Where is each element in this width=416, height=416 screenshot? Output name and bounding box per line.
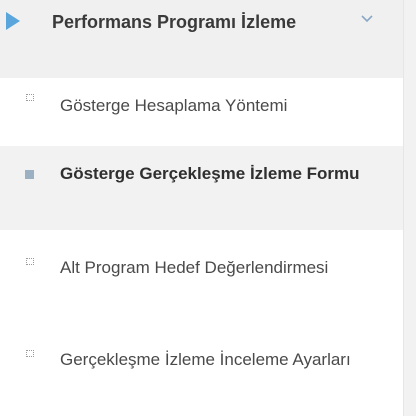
side-menu: Performans Programı İzleme Gösterge Hesa… — [0, 0, 403, 416]
dotted-square-icon — [26, 350, 34, 357]
menu-item-gerceklesme-izleme-inceleme-ayarlari[interactable]: Gerçekleşme İzleme İnceleme Ayarları — [0, 334, 403, 416]
menu-item-gosterge-gerceklesme-izleme-formu[interactable]: Gösterge Gerçekleşme İzleme Formu — [0, 146, 403, 230]
menu-group-performans-programi-izleme[interactable]: Performans Programı İzleme — [0, 0, 403, 78]
menu-group-title: Performans Programı İzleme — [52, 12, 297, 32]
dotted-square-icon — [26, 94, 34, 101]
menu-item-alt-program-hedef-degerlendirmesi[interactable]: Alt Program Hedef Değerlendirmesi — [0, 242, 403, 324]
menu-item-label: Gösterge Hesaplama Yöntemi — [60, 96, 288, 115]
dotted-square-icon — [26, 258, 34, 265]
menu-item-gosterge-hesaplama-yontemi[interactable]: Gösterge Hesaplama Yöntemi — [0, 78, 403, 132]
solid-square-icon — [25, 170, 34, 179]
menu-item-label: Gerçekleşme İzleme İnceleme Ayarları — [60, 350, 351, 369]
chevron-down-icon[interactable] — [360, 12, 374, 26]
expand-arrow-icon — [6, 12, 20, 30]
menu-item-label: Gösterge Gerçekleşme İzleme Formu — [60, 164, 360, 183]
scrollbar[interactable] — [403, 0, 416, 416]
menu-item-label: Alt Program Hedef Değerlendirmesi — [60, 258, 329, 277]
